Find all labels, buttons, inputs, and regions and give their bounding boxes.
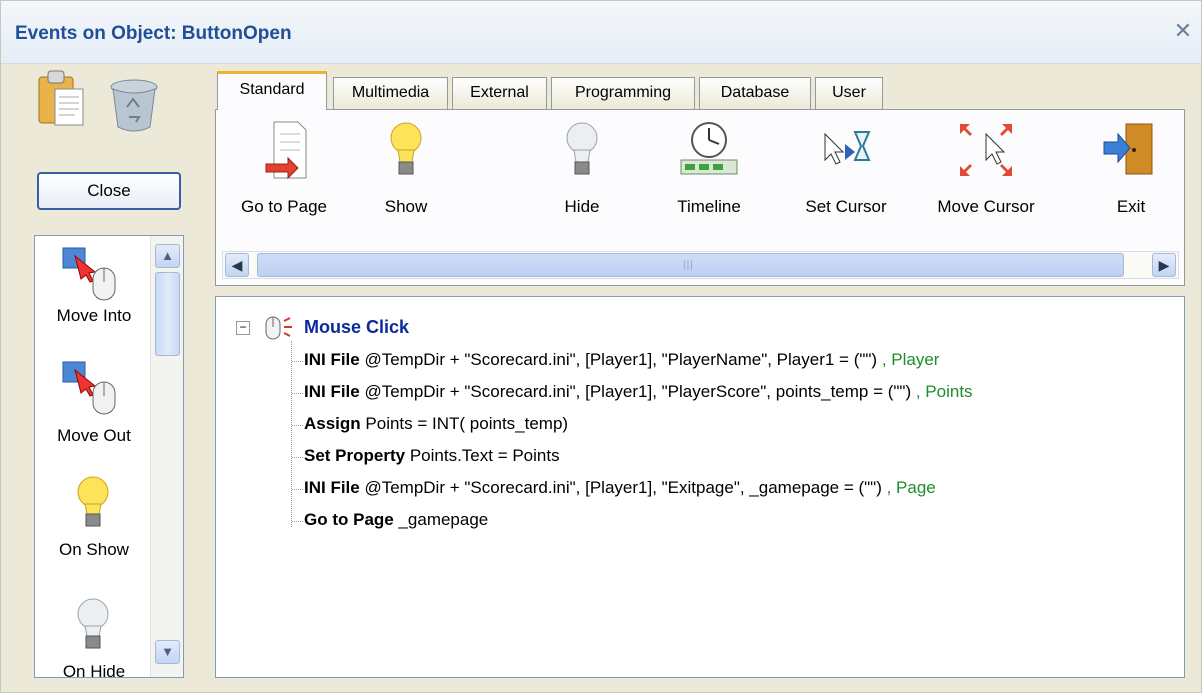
window-title: Events on Object: ButtonOpen [15,23,292,44]
action-command: Assign [304,414,361,433]
tool-label: Move Cursor [937,197,1035,216]
tab-multimedia[interactable]: Multimedia [333,77,448,109]
tab-database[interactable]: Database [699,77,811,109]
close-window-icon[interactable]: ✕ [1172,19,1194,43]
tool-label: Show [384,197,428,216]
close-button[interactable]: Close [37,172,181,210]
tool-move-cursor[interactable]: Move Cursor [921,116,1051,226]
tool-label: Timeline [677,197,741,216]
action-command: Set Property [304,446,406,465]
action-tree: − Mouse Click INI File @TempDir + "Score… [215,296,1185,678]
scroll-thumb[interactable]: ||| [257,253,1124,277]
tree-connector [292,457,303,458]
action-ini-file-player-score[interactable]: INI File @TempDir + "Scorecard.ini", [Pl… [304,382,973,402]
action-variable: , Page [886,478,936,497]
tree-connector [291,341,292,527]
event-move-out[interactable]: Move Out [35,356,153,468]
action-variable: , Player [881,350,940,369]
tool-go-to-page[interactable]: Go to Page [222,116,346,226]
scroll-right-button[interactable]: ▶ [1152,253,1176,277]
event-on-show[interactable]: On Show [35,470,153,582]
move-cursor-icon [960,124,1012,176]
action-command: Go to Page [304,510,394,529]
event-mouse-click[interactable]: Mouse Click [304,317,409,338]
action-go-to-page[interactable]: Go to Page _gamepage [304,510,488,530]
event-label: Move Into [56,306,132,325]
tool-show[interactable]: Show [366,116,446,226]
action-ini-file-player-name[interactable]: INI File @TempDir + "Scorecard.ini", [Pl… [304,350,939,370]
action-args: @TempDir + "Scorecard.ini", [Player1], "… [359,478,887,497]
action-command: INI File [304,382,360,401]
collapse-toggle[interactable]: − [236,321,250,335]
tool-label: Exit [1116,197,1146,216]
lightbulb-on-icon [390,122,422,175]
lightbulb-off-icon [77,598,109,649]
scroll-grip: ||| [683,260,694,271]
action-variable: , Points [915,382,973,401]
tool-exit[interactable]: Exit [1096,116,1166,226]
action-args: Points.Text = Points [405,446,560,465]
tool-set-cursor[interactable]: Set Cursor [791,116,901,226]
tool-label: Go to Page [240,197,327,216]
lightbulb-on-icon [77,476,109,527]
event-move-into[interactable]: Move Into [35,242,153,354]
recycle-bin-icon[interactable] [107,73,161,135]
scroll-up-button[interactable]: ▲ [155,244,180,268]
clipboard-icon[interactable] [37,67,87,129]
title-bar: Events on Object: ButtonOpen ✕ [1,1,1201,64]
scroll-left-button[interactable]: ◀ [225,253,249,277]
tab-external[interactable]: External [452,77,547,109]
event-label: On Show [59,540,129,559]
action-command: INI File [304,478,360,497]
mouse-click-icon [265,316,292,340]
tool-label: Set Cursor [805,197,887,216]
event-list: Move Into Move Out On Show On Hide ▲ ▼ [34,235,184,678]
document-arrow-icon [265,121,307,180]
tree-connector [292,425,303,426]
mouse-move-out-icon [62,361,116,415]
mouse-move-into-icon [62,247,116,301]
tab-panel-standard: Go to Page Show Hide Timeline Set Cursor… [215,109,1185,286]
tree-connector [292,521,303,522]
tool-timeline[interactable]: Timeline [664,116,754,226]
event-label: Move Out [57,426,131,445]
action-args: _gamepage [393,510,489,529]
tool-hide[interactable]: Hide [542,116,622,226]
tab-programming[interactable]: Programming [551,77,695,109]
cursor-hourglass-icon [824,131,871,165]
toolbar-scrollbar[interactable]: ◀ ||| ▶ [222,251,1179,279]
tree-connector [292,393,303,394]
event-label: On Hide [62,662,126,678]
action-command: INI File [304,350,360,369]
tab-standard[interactable]: Standard [217,71,327,110]
action-args: Points = INT( points_temp) [360,414,569,433]
action-assign[interactable]: Assign Points = INT( points_temp) [304,414,568,434]
scroll-thumb[interactable] [155,272,180,356]
tree-connector [292,489,303,490]
action-args: @TempDir + "Scorecard.ini", [Player1], "… [359,382,916,401]
events-dialog: Events on Object: ButtonOpen ✕ Close Mov… [0,0,1202,693]
clock-timeline-icon [680,122,738,175]
lightbulb-off-icon [566,122,598,175]
tree-connector [292,361,303,362]
event-on-hide[interactable]: On Hide [35,592,153,678]
tab-user[interactable]: User [815,77,883,109]
exit-door-icon [1103,123,1153,175]
scroll-down-button[interactable]: ▼ [155,640,180,664]
action-args: @TempDir + "Scorecard.ini", [Player1], "… [359,350,882,369]
action-ini-file-exit-page[interactable]: INI File @TempDir + "Scorecard.ini", [Pl… [304,478,936,498]
tool-label: Hide [564,197,600,216]
action-set-property[interactable]: Set Property Points.Text = Points [304,446,560,466]
event-list-scrollbar[interactable]: ▲ ▼ [150,236,183,677]
